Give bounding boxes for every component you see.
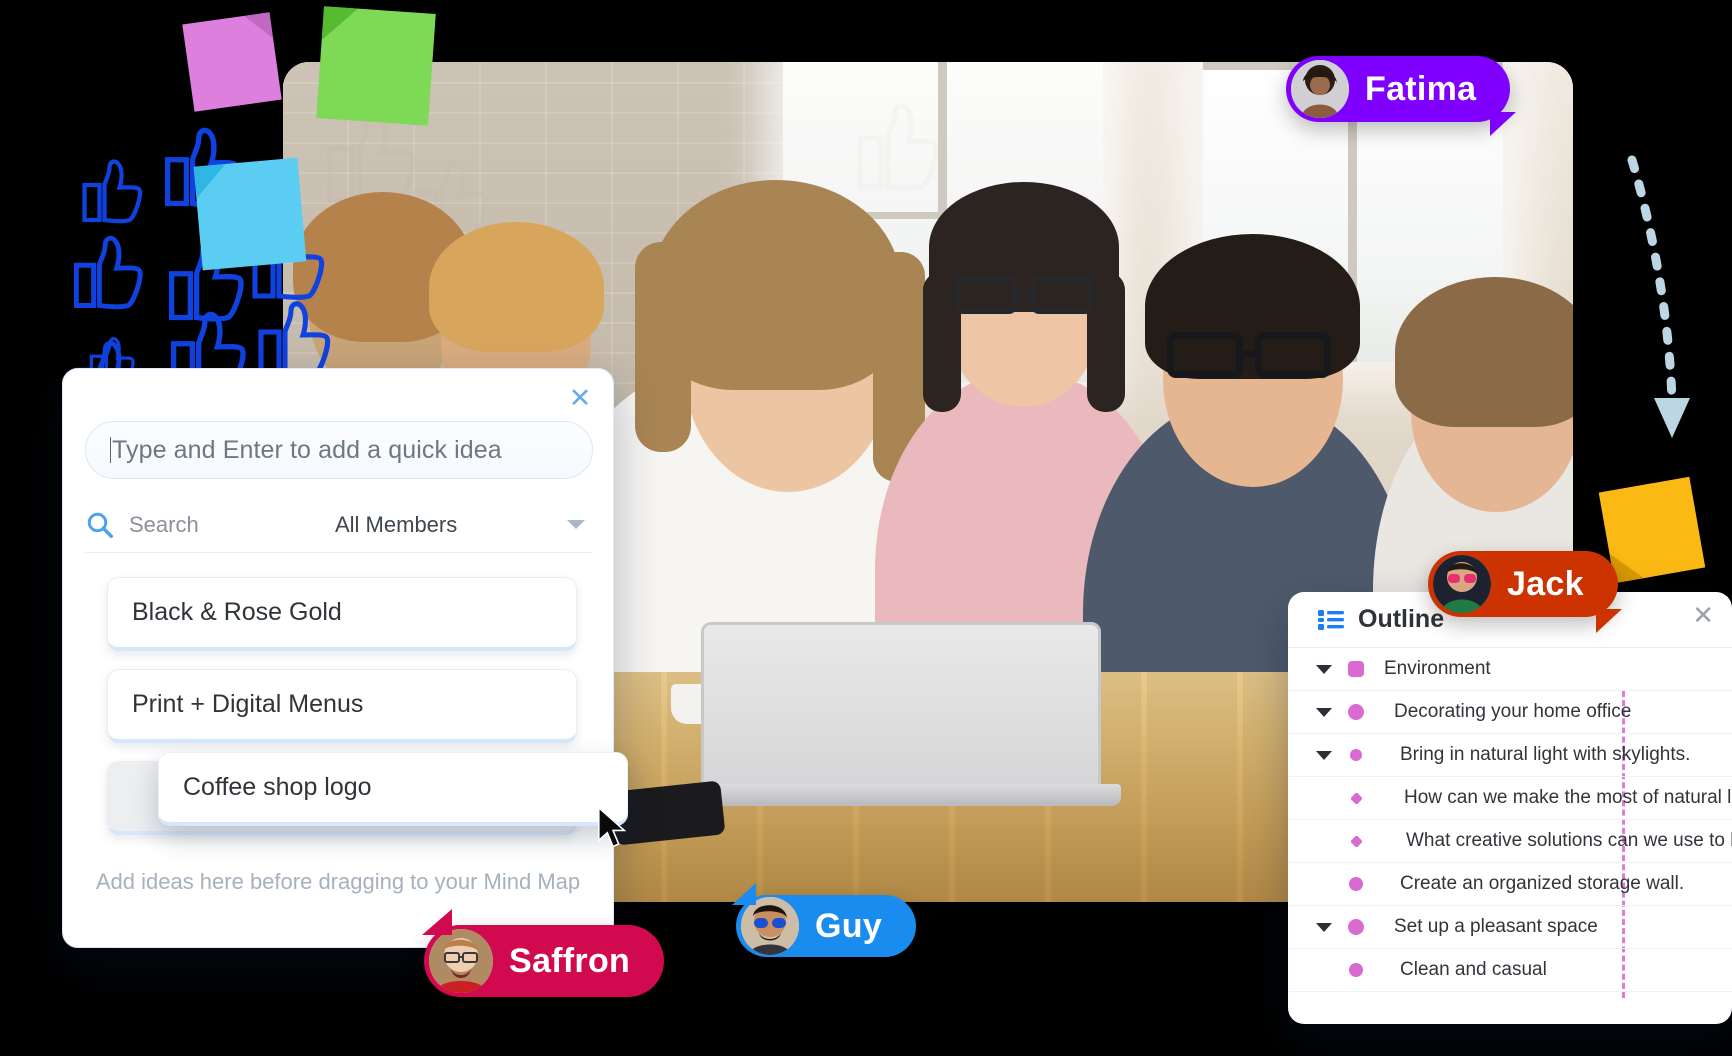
outline-row-label: How can we make the most of natural ligh… [1404,787,1732,808]
collaborator-badge-fatima[interactable]: Fatima [1286,56,1517,136]
close-icon[interactable]: ✕ [1692,600,1714,631]
outline-node-marker [1349,877,1363,891]
dashed-arrow-icon [1600,150,1730,470]
outline-row[interactable]: What creative solutions can we use to br… [1288,820,1732,863]
outline-row-label: What creative solutions can we use to br… [1406,830,1732,851]
outline-node-marker [1350,834,1363,848]
outline-row[interactable]: Decorating your home office [1288,691,1732,734]
sticky-note-green [316,6,436,126]
outline-node-marker [1348,661,1364,677]
outline-panel: Outline ✕ Environment Decorating your ho… [1288,592,1732,1024]
mouse-cursor-icon [598,806,627,848]
outline-list-icon [1318,609,1344,631]
outline-node-marker [1348,919,1364,935]
badge-tail [422,909,452,935]
outline-title: Outline [1358,605,1445,633]
avatar [429,929,493,993]
text-caret [110,437,111,463]
dragged-idea-card-label: Coffee shop logo [183,773,372,801]
outline-node-marker [1348,704,1364,720]
twisty-down-icon[interactable] [1316,707,1332,717]
collaborator-badge-saffron[interactable]: Saffron [422,909,665,997]
outline-row-label: Decorating your home office [1394,701,1632,722]
outline-row[interactable]: Set up a pleasant space [1288,906,1732,949]
idea-card-label: Print + Digital Menus [132,690,364,718]
quick-idea-input[interactable]: Type and Enter to add a quick idea [85,421,593,479]
outline-row[interactable]: Bring in natural light with skylights. [1288,734,1732,777]
sticky-note-yellow [1598,476,1706,584]
quick-idea-placeholder: Type and Enter to add a quick idea [112,435,502,464]
collaborator-badge-jack[interactable]: Jack [1428,551,1622,633]
drag-hint-text: Add ideas here before dragging to your M… [95,869,581,894]
dragged-idea-card[interactable]: Coffee shop logo [158,752,628,826]
sticky-note-blue [193,157,307,271]
badge-tail [732,883,756,905]
twisty-down-icon[interactable] [1316,664,1332,674]
collaborator-name: Saffron [509,941,631,980]
collaborator-name: Jack [1507,564,1584,603]
members-filter-value[interactable]: All Members [335,512,457,538]
outline-node-marker [1349,963,1363,977]
thumbs-up-icon [857,103,940,191]
thumbs-up-icon [73,235,143,310]
outline-row-label: Create an organized storage wall. [1400,873,1685,894]
collaborator-name: Fatima [1365,69,1477,108]
avatar [1433,555,1491,613]
idea-card-label: Black & Rose Gold [132,598,342,626]
outline-row[interactable]: Clean and casual [1288,949,1732,992]
idea-card[interactable]: Black & Rose Gold [107,577,577,651]
badge-tail [1490,112,1517,136]
outline-row[interactable]: How can we make the most of natural ligh… [1288,777,1732,820]
quick-idea-panel: ✕ Type and Enter to add a quick idea Sea… [62,368,614,948]
outline-row-label: Bring in natural light with skylights. [1400,744,1691,765]
search-icon[interactable] [85,510,115,540]
outline-row-label: Environment [1384,658,1491,679]
close-icon[interactable]: ✕ [565,383,595,413]
search-input[interactable]: Search [129,512,199,538]
avatar [741,897,799,955]
outline-node-marker [1350,749,1362,761]
outline-row[interactable]: Environment [1288,648,1732,691]
collaborator-name: Guy [815,906,883,945]
search-filter-row: Search All Members [85,497,593,553]
collaborator-badge-guy[interactable]: Guy [732,883,917,957]
outline-tree: Environment Decorating your home office … [1288,648,1732,998]
outline-row-label: Clean and casual [1400,959,1547,980]
outline-row-label: Set up a pleasant space [1394,916,1598,937]
twisty-down-icon[interactable] [1316,750,1332,760]
thumbs-up-icon [82,159,143,224]
badge-tail [1595,609,1622,633]
outline-row[interactable]: Create an organized storage wall. [1288,863,1732,906]
avatar [1291,60,1349,118]
twisty-down-icon[interactable] [1316,922,1332,932]
idea-card[interactable]: Print + Digital Menus [107,669,577,743]
chevron-down-icon[interactable] [567,520,585,529]
sticky-note-pink [182,12,282,112]
outline-node-marker [1350,791,1363,805]
screenshot-root: ✕ Type and Enter to add a quick idea Sea… [0,0,1732,1056]
